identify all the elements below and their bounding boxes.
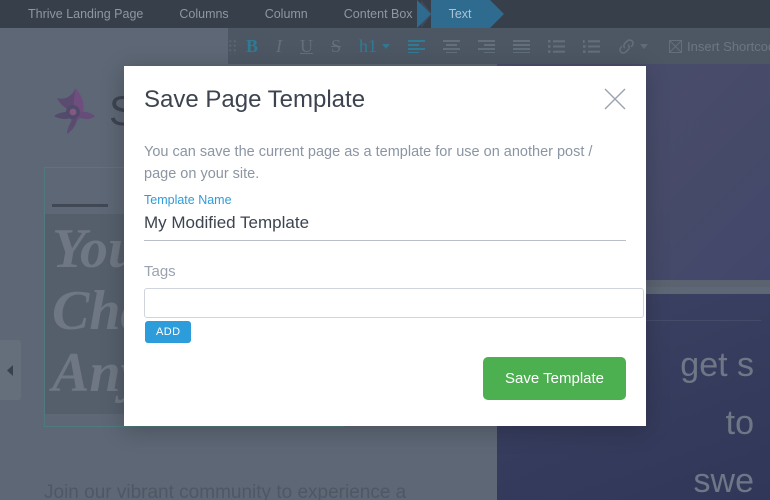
breadcrumb-item-3[interactable]: Content Box — [326, 0, 432, 28]
align-justify-button[interactable] — [504, 28, 539, 64]
align-justify-icon — [513, 39, 531, 53]
modal-description: You can save the current page as a templ… — [144, 144, 593, 182]
save-page-template-modal: Save Page Template You can save the curr… — [124, 66, 646, 426]
butterfly-logo-icon — [45, 80, 107, 142]
align-center-icon — [443, 39, 461, 53]
heading-dropdown[interactable]: h1 — [350, 28, 399, 64]
bold-label: B — [246, 35, 259, 56]
underline-label: U — [300, 35, 314, 56]
underline-button[interactable]: U — [291, 28, 322, 64]
numbered-list-button[interactable] — [574, 28, 609, 64]
numbered-list-icon — [583, 39, 601, 53]
align-left-button[interactable] — [399, 28, 434, 64]
drag-handle-icon[interactable] — [228, 28, 237, 64]
tags-label: Tags — [144, 263, 176, 280]
bold-button[interactable]: B — [237, 28, 267, 64]
strikethrough-label: S — [331, 35, 342, 56]
align-center-button[interactable] — [434, 28, 469, 64]
breadcrumb-item-2[interactable]: Column — [247, 0, 326, 28]
template-name-label: Template Name — [144, 193, 232, 207]
hero-divider — [52, 204, 108, 207]
save-template-button[interactable]: Save Template — [483, 357, 626, 400]
chevron-down-icon — [382, 43, 391, 49]
breadcrumb-bar: Thrive Landing Page Columns Column Conte… — [0, 0, 770, 28]
breadcrumb-item-4[interactable]: Text — [416, 0, 504, 28]
chevron-left-icon — [7, 364, 13, 376]
bullet-list-icon — [548, 39, 566, 53]
breadcrumb-item-0[interactable]: Thrive Landing Page — [10, 0, 161, 28]
breadcrumb-item-1[interactable]: Columns — [161, 0, 246, 28]
body-paragraph: Join our vibrant community to experience… — [44, 482, 407, 500]
bullet-list-button[interactable] — [539, 28, 574, 64]
align-right-icon — [478, 39, 496, 53]
strikethrough-button[interactable]: S — [322, 28, 350, 64]
shortcode-icon — [669, 39, 683, 53]
insert-shortcode-dropdown[interactable]: Insert Shortcode — [657, 28, 770, 64]
link-icon — [619, 38, 634, 54]
align-left-icon — [408, 39, 426, 53]
insert-shortcode-label: Insert Shortcode — [687, 38, 770, 54]
breadcrumb: Thrive Landing Page Columns Column Conte… — [0, 0, 770, 28]
tags-input[interactable] — [144, 288, 644, 318]
sidebar-collapse-handle[interactable] — [0, 340, 21, 400]
italic-button[interactable]: I — [267, 28, 291, 64]
heading-label: h1 — [359, 35, 378, 56]
template-name-input[interactable] — [144, 213, 626, 241]
italic-label: I — [276, 35, 283, 56]
modal-title: Save Page Template — [144, 86, 366, 113]
link-dropdown[interactable] — [609, 28, 657, 64]
chevron-down-icon — [640, 43, 649, 49]
add-tag-button[interactable]: ADD — [145, 321, 192, 343]
text-format-toolbar: B I U S h1 Insert Shortco — [228, 28, 770, 64]
close-button[interactable] — [602, 86, 628, 112]
align-right-button[interactable] — [469, 28, 504, 64]
close-icon — [604, 88, 626, 110]
